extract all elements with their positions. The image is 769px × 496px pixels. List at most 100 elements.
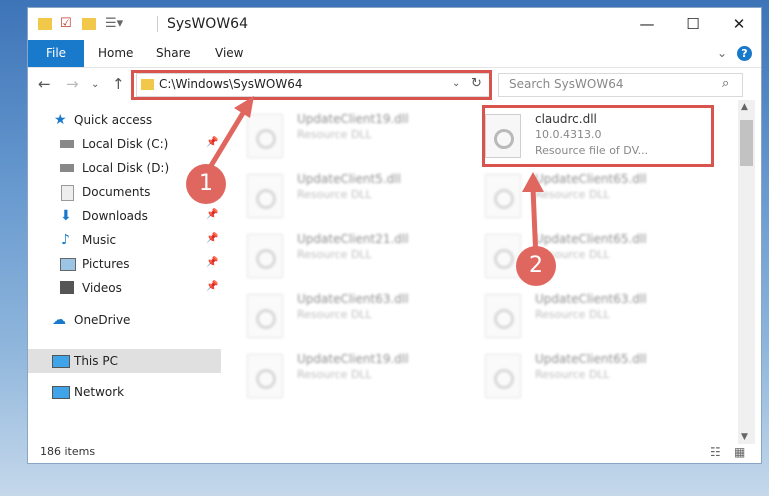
file-name: UpdateClient63.dll (535, 292, 647, 306)
file-item[interactable]: UpdateClient19.dll Resource DLL (243, 108, 468, 164)
pin-icon[interactable]: 📌 (206, 281, 218, 292)
up-arrow-icon[interactable]: ↑ (112, 75, 125, 93)
new-folder-icon[interactable] (82, 18, 96, 30)
close-button[interactable]: ✕ (716, 12, 762, 36)
file-item[interactable]: UpdateClient63.dll Resource DLL (481, 288, 706, 344)
file-item[interactable]: UpdateClient65.dll Resource DLL (481, 348, 706, 404)
dll-file-icon (485, 174, 521, 218)
tab-share[interactable]: Share (156, 40, 191, 67)
pin-icon[interactable]: 📌 (206, 209, 218, 220)
sidebar-item-label: Network (74, 385, 125, 399)
computer-icon (52, 355, 70, 368)
dll-file-icon (247, 234, 283, 278)
dll-file-icon (485, 234, 521, 278)
file-item[interactable]: UpdateClient65.dll Resource DLL (481, 228, 706, 284)
sidebar-item-pictures[interactable]: Pictures 📌 (28, 252, 221, 276)
forward-arrow-icon[interactable]: → (66, 75, 79, 93)
file-item[interactable]: UpdateClient5.dll Resource DLL (243, 168, 468, 224)
star-icon: ★ (54, 112, 67, 128)
search-icon[interactable]: ⌕ (722, 76, 729, 91)
help-icon[interactable]: ? (737, 46, 752, 61)
sidebar-item-downloads[interactable]: ⬇ Downloads 📌 (28, 204, 221, 228)
properties-icon[interactable]: ☑ (60, 16, 72, 31)
sidebar-item-label: Documents (82, 185, 151, 199)
item-count: 186 items (40, 445, 96, 458)
sidebar-item-network[interactable]: Network (28, 380, 221, 404)
vertical-scrollbar[interactable]: ▲ ▼ (738, 100, 755, 444)
dll-file-icon (247, 174, 283, 218)
tab-view[interactable]: View (215, 40, 243, 67)
folder-icon (38, 18, 52, 30)
dll-file-icon (485, 354, 521, 398)
divider (157, 16, 158, 32)
address-bar-highlight (131, 70, 492, 100)
cloud-icon: ☁ (52, 312, 66, 328)
step-1-callout: 1 (186, 164, 226, 204)
dll-file-icon (485, 294, 521, 338)
sidebar-item-label: Local Disk (C:) (82, 137, 169, 151)
dll-file-icon (247, 354, 283, 398)
documents-icon (61, 185, 74, 201)
file-item[interactable]: UpdateClient21.dll Resource DLL (243, 228, 468, 284)
recent-locations-icon[interactable]: ⌄ (91, 79, 99, 90)
file-description: Resource DLL (297, 188, 372, 201)
step-2-callout: 2 (516, 246, 556, 286)
download-icon: ⬇ (60, 208, 72, 224)
file-name: UpdateClient19.dll (297, 352, 409, 366)
pictures-icon (60, 258, 76, 271)
file-description: Resource DLL (297, 368, 372, 381)
pin-icon[interactable]: 📌 (206, 257, 218, 268)
scroll-up-icon[interactable]: ▲ (741, 102, 748, 112)
title-bar: ☑ ☰▾ SysWOW64 — ☐ ✕ (28, 8, 761, 40)
minimize-button[interactable]: — (624, 12, 670, 36)
drive-icon (60, 140, 74, 148)
file-name: UpdateClient21.dll (297, 232, 409, 246)
file-name: UpdateClient5.dll (297, 172, 401, 186)
ribbon-tabs: File Home Share View ⌄ ? (28, 40, 761, 68)
window-title: SysWOW64 (167, 16, 248, 32)
scroll-down-icon[interactable]: ▼ (741, 432, 748, 442)
file-name: UpdateClient19.dll (297, 112, 409, 126)
scrollbar-thumb[interactable] (740, 120, 753, 166)
sidebar-item-music[interactable]: ♪ Music 📌 (28, 228, 221, 252)
sidebar-item-label: Quick access (74, 113, 153, 127)
sidebar-item-this-pc[interactable]: This PC (28, 349, 221, 373)
file-name: UpdateClient63.dll (297, 292, 409, 306)
search-box[interactable]: Search SysWOW64 ⌕ (498, 73, 743, 97)
sidebar-item-quick-access[interactable]: ★ Quick access (28, 108, 221, 132)
file-description: Resource DLL (297, 128, 372, 141)
pin-icon[interactable]: 📌 (206, 137, 218, 148)
file-description: Resource DLL (535, 188, 610, 201)
file-name: UpdateClient65.dll (535, 232, 647, 246)
search-placeholder: Search SysWOW64 (509, 77, 624, 91)
back-arrow-icon[interactable]: ← (38, 75, 51, 93)
tab-home[interactable]: Home (98, 40, 133, 67)
sidebar-item-onedrive[interactable]: ☁ OneDrive (28, 308, 221, 332)
pin-icon[interactable]: 📌 (206, 233, 218, 244)
tab-file[interactable]: File (28, 40, 84, 67)
sidebar-item-label: Pictures (82, 257, 130, 271)
maximize-button[interactable]: ☐ (670, 12, 716, 36)
file-description: Resource DLL (297, 248, 372, 261)
details-view-icon[interactable]: ☷ (710, 445, 721, 459)
large-icons-view-icon[interactable]: ▦ (734, 445, 745, 459)
file-item[interactable]: UpdateClient19.dll Resource DLL (243, 348, 468, 404)
file-highlight (482, 105, 714, 167)
drive-icon (60, 164, 74, 172)
file-description: Resource DLL (297, 308, 372, 321)
customize-icon[interactable]: ☰▾ (105, 16, 123, 31)
dll-file-icon (247, 114, 283, 158)
videos-icon (60, 281, 74, 294)
sidebar-item-videos[interactable]: Videos 📌 (28, 276, 221, 300)
explorer-window: ☑ ☰▾ SysWOW64 — ☐ ✕ File Home Share View… (28, 8, 761, 463)
network-icon (52, 386, 70, 399)
file-item[interactable]: UpdateClient63.dll Resource DLL (243, 288, 468, 344)
sidebar-item-local-disk-c[interactable]: Local Disk (C:) 📌 (28, 132, 221, 156)
expand-ribbon-icon[interactable]: ⌄ (714, 45, 730, 61)
file-item[interactable]: UpdateClient65.dll Resource DLL (481, 168, 706, 224)
sidebar-item-label: Music (82, 233, 117, 247)
navigation-pane: ★ Quick access Local Disk (C:) 📌 Local D… (28, 106, 221, 436)
sidebar-item-label: Downloads (82, 209, 148, 223)
sidebar-item-label: Videos (82, 281, 122, 295)
file-name: UpdateClient65.dll (535, 172, 647, 186)
